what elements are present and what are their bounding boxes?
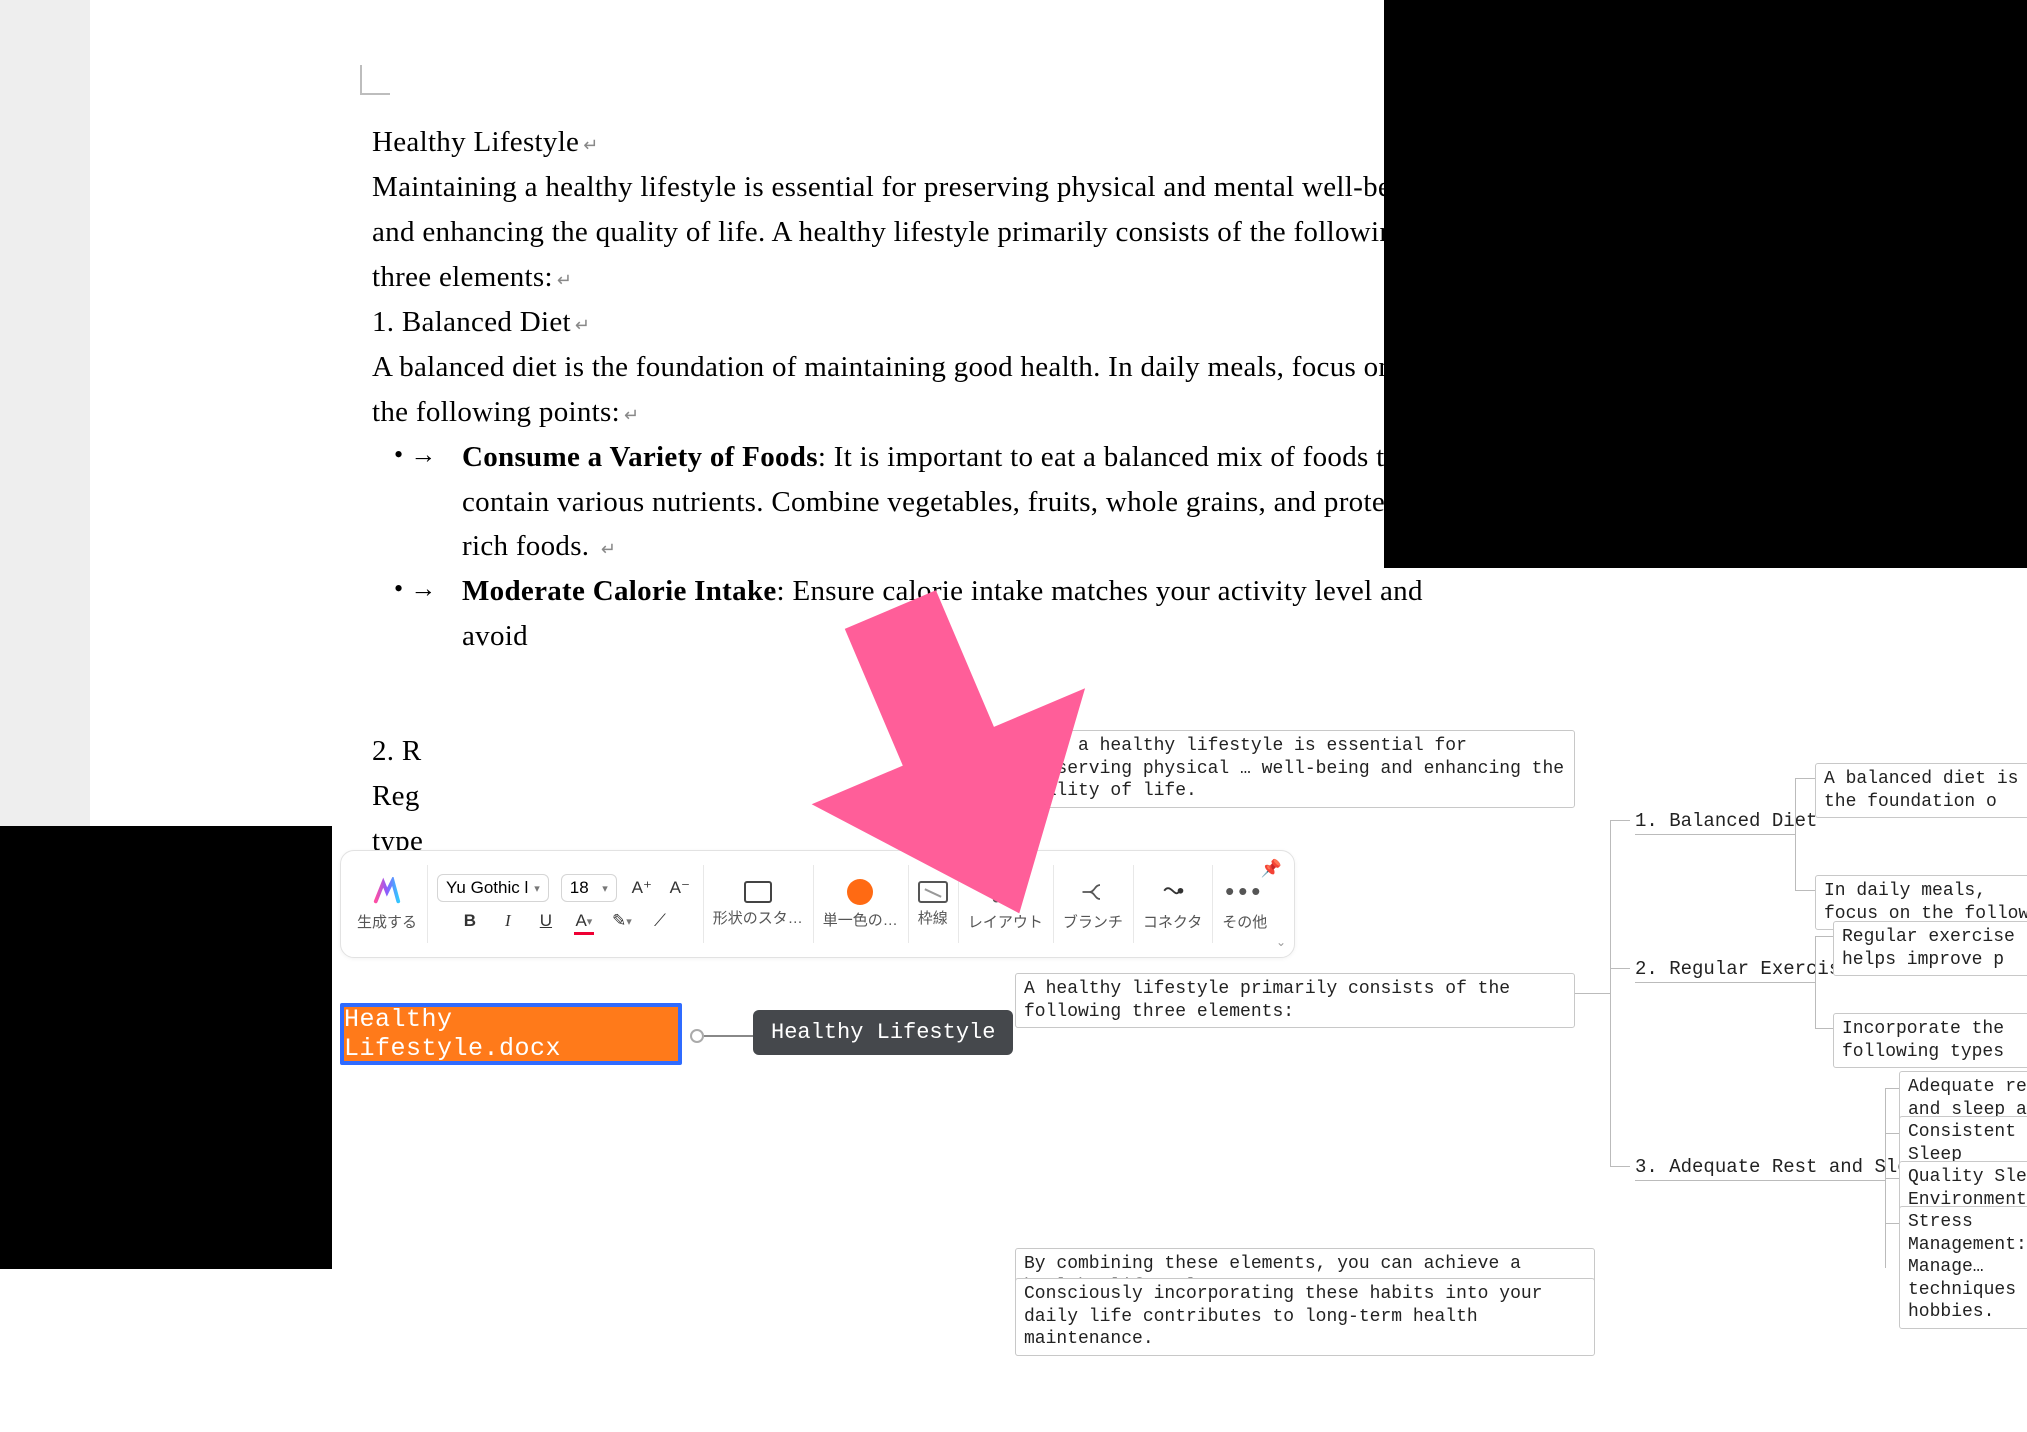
connector-line (1885, 1223, 1899, 1224)
mm-leaf[interactable]: Incorporate the following types (1833, 1013, 2027, 1068)
connector-line (1885, 1088, 1899, 1089)
margin-marker (360, 65, 390, 95)
chevron-down-icon: ▾ (587, 915, 593, 928)
underline-button[interactable]: U (533, 908, 559, 934)
mm-leaf[interactable]: Regular exercise helps improve p (1833, 921, 2027, 976)
mindmap-title-node[interactable]: Healthy Lifestyle (753, 1010, 1013, 1055)
mm-topic[interactable]: 2. Regular Exercise (1635, 958, 1852, 980)
section-heading: 1. Balanced Diet (372, 300, 1432, 345)
decrease-font-button[interactable]: A⁻ (667, 875, 693, 901)
text-color-button[interactable]: A▾ (571, 908, 597, 934)
italic-button[interactable]: I (495, 908, 521, 934)
connector-line (1795, 778, 1815, 779)
mm-leaf[interactable]: Stress Management: Manage… techniques or… (1899, 1206, 2027, 1329)
connector-line (704, 1035, 754, 1037)
chevron-down-icon: ▾ (626, 915, 632, 928)
connector-line (1575, 993, 1610, 994)
node-label: Healthy Lifestyle.docx (344, 1005, 678, 1063)
font-size: 18 (570, 878, 589, 898)
highlight-button[interactable]: ✎▾ (609, 908, 635, 934)
border-label[interactable]: 枠線 (918, 907, 948, 928)
connector-line (1635, 1180, 1885, 1181)
shape-style-icon[interactable] (744, 881, 772, 903)
connector-line (1815, 1028, 1833, 1029)
fill-group: 単一色の… (813, 855, 908, 953)
section-text: A balanced diet is the foundation of mai… (372, 345, 1432, 435)
connector-line (1795, 778, 1796, 890)
doc-title: Healthy Lifestyle (372, 120, 1432, 165)
bullet-bold: Moderate Calorie Intake (462, 575, 777, 607)
connector-line (1635, 982, 1815, 983)
doc-intro: Maintaining a healthy lifestyle is essen… (372, 165, 1432, 300)
node-port[interactable] (690, 1029, 704, 1043)
black-mask (0, 826, 332, 1269)
connector-line (1815, 936, 1833, 937)
shape-style-label[interactable]: 形状のスタ… (713, 907, 803, 928)
clear-format-button[interactable]: ⟋ (647, 908, 673, 934)
node-label: Healthy Lifestyle (771, 1020, 995, 1045)
fill-label[interactable]: 単一色の… (823, 909, 898, 930)
connector-line (1610, 820, 1611, 1166)
font-size-select[interactable]: 18 ▾ (561, 874, 617, 902)
ai-logo-icon[interactable] (372, 877, 402, 907)
border-group: 枠線 (908, 855, 958, 953)
mindmap-canvas[interactable]: …ing a healthy lifestyle is essential fo… (995, 568, 2027, 1269)
mm-description[interactable]: Consciously incorporating these habits i… (1015, 1278, 1595, 1356)
mindmap-root-file-node[interactable]: Healthy Lifestyle.docx (340, 1003, 682, 1065)
bold-button[interactable]: B (457, 908, 483, 934)
connector-line (1815, 936, 1816, 1028)
chevron-down-icon: ▾ (534, 882, 540, 895)
increase-font-button[interactable]: A⁺ (629, 875, 655, 901)
mm-topic[interactable]: 1. Balanced Diet (1635, 810, 1817, 832)
connector-line (1885, 1178, 1899, 1179)
mm-description[interactable]: A healthy lifestyle primarily consists o… (1015, 973, 1575, 1028)
bullet-item: Consume a Variety of Foods: It is import… (422, 435, 1432, 570)
connector-line (1610, 820, 1630, 821)
font-family-select[interactable]: Yu Gothic l ▾ (437, 874, 549, 902)
bullet-bold: Consume a Variety of Foods (462, 441, 818, 473)
fill-color-icon[interactable] (847, 879, 873, 905)
shape-style-group: 形状のスタ… (703, 855, 813, 953)
border-icon[interactable] (918, 881, 948, 903)
connector-line (1610, 968, 1630, 969)
mm-leaf[interactable]: A balanced diet is the foundation o (1815, 763, 2027, 818)
generate-label[interactable]: 生成する (357, 911, 417, 932)
mm-description[interactable]: …ing a healthy lifestyle is essential fo… (1015, 730, 1575, 808)
black-mask (1384, 0, 2027, 568)
connector-line (1885, 1133, 1899, 1134)
connector-line (1610, 1166, 1630, 1167)
font-group: Yu Gothic l ▾ 18 ▾ A⁺ A⁻ B I U A▾ ✎▾ ⟋ (427, 855, 703, 953)
mm-topic[interactable]: 3. Adequate Rest and Sleep (1635, 1156, 1931, 1178)
generate-group: 生成する (347, 855, 427, 953)
connector-line (1795, 890, 1815, 891)
font-name: Yu Gothic l (446, 878, 528, 898)
chevron-down-icon: ▾ (602, 882, 608, 895)
left-gutter (0, 0, 90, 826)
connector-line (1635, 834, 1795, 835)
